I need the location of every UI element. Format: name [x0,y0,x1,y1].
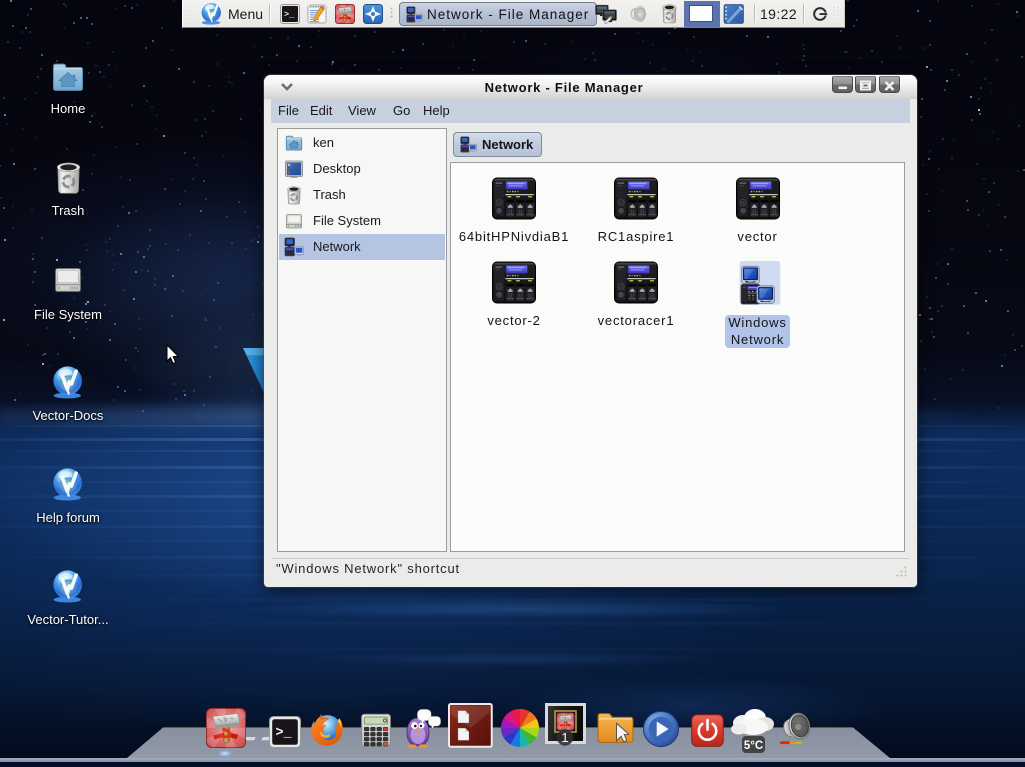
svg-text:1: 1 [561,730,568,745]
svg-text:>_: >_ [284,10,295,20]
svg-text:>_: >_ [275,726,292,741]
